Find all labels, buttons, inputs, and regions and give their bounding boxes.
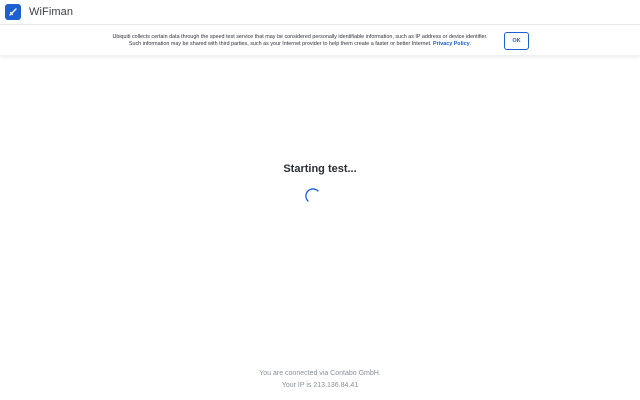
privacy-notice-line-2: Such information may be shared with thir… xyxy=(128,41,472,47)
loading-spinner-icon xyxy=(305,188,321,204)
privacy-notice-line-2-text: Such information may be shared with thir… xyxy=(128,41,432,47)
app-title: WiFiman xyxy=(29,6,74,18)
speed-test-page: WiFiman Ubiquiti collects certain data t… xyxy=(0,0,640,400)
connection-info: You are connected via Contabo GmbH. xyxy=(259,370,381,377)
ok-button[interactable]: OK xyxy=(504,32,529,50)
privacy-notice-text: Ubiquiti collects certain data through t… xyxy=(95,34,505,48)
status-title: Starting test... xyxy=(283,163,357,175)
wifiman-logo-icon[interactable] xyxy=(5,4,21,20)
privacy-banner: Ubiquiti collects certain data through t… xyxy=(0,26,640,56)
privacy-notice-line-1: Ubiquiti collects certain data through t… xyxy=(112,34,488,40)
privacy-policy-link[interactable]: Privacy Policy xyxy=(433,41,470,47)
top-header: WiFiman xyxy=(0,0,640,25)
ip-address-info: Your IP is 213.136.84.41 xyxy=(281,382,359,389)
